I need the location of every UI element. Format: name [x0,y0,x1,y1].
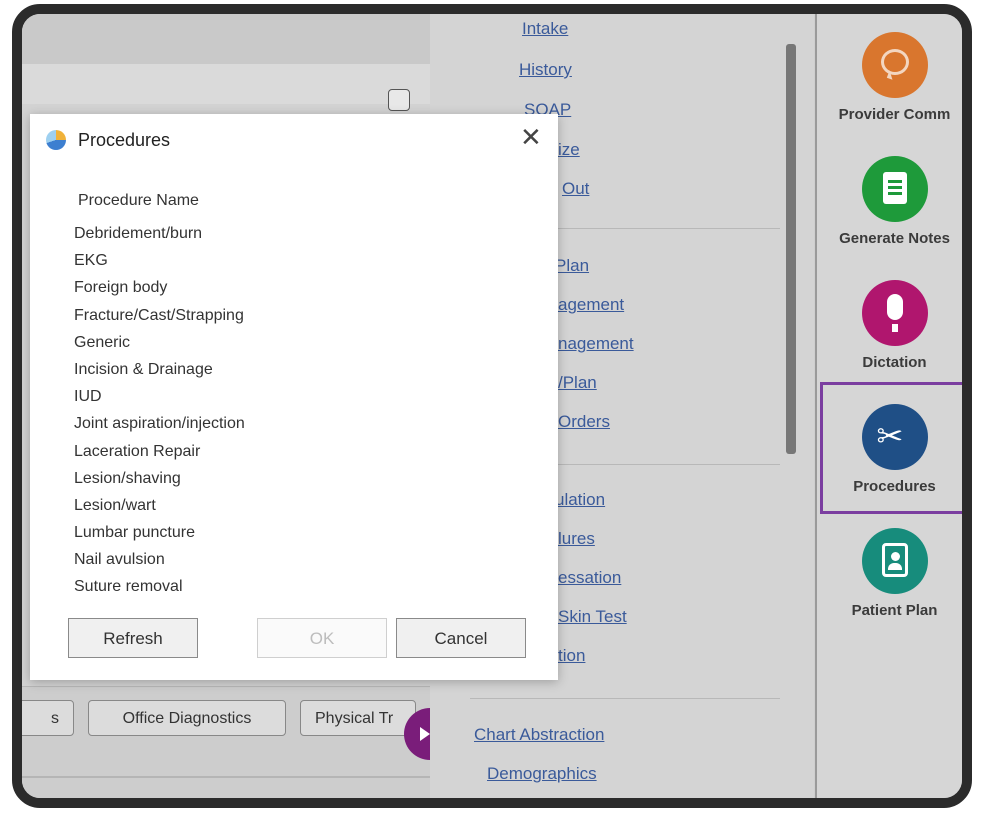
procedure-item[interactable]: Foreign body [74,274,245,301]
divider [22,776,430,778]
link-history[interactable]: History [519,60,572,80]
link-orders[interactable]: Orders [558,412,610,432]
procedure-item[interactable]: Generic [74,329,245,356]
procedure-item[interactable]: Laceration Repair [74,438,245,465]
link-plan[interactable]: Plan [555,256,589,276]
scissors-icon: ✂ [861,404,928,470]
background-header [22,14,430,65]
chat-bubble-icon [861,32,928,98]
link-agement[interactable]: agement [558,295,624,315]
procedure-item[interactable]: EKG [74,247,245,274]
procedures-dialog: Procedures ✕ Procedure Name Debridement/… [30,114,558,680]
patient-plan-label: Patient Plan [851,602,938,619]
cancel-button[interactable]: Cancel [396,618,526,658]
bottom-tab-prev[interactable]: s [22,700,74,736]
link-demographics[interactable]: Demographics [487,764,597,784]
bottom-tab-physical[interactable]: Physical Tr [300,700,416,736]
procedure-item[interactable]: Incision & Drainage [74,356,245,383]
app-logo-icon [46,130,66,150]
close-icon[interactable]: ✕ [520,122,542,152]
scrollbar[interactable] [786,44,796,454]
id-badge-icon [861,528,928,594]
link-skin-test[interactable]: Skin Test [558,607,627,627]
procedure-item[interactable]: Fracture/Cast/Strapping [74,302,245,329]
procedure-item[interactable]: Nail avulsion [74,546,245,573]
dictation-button[interactable]: Dictation [817,280,962,371]
dictation-label: Dictation [862,354,927,371]
provider-comm-label: Provider Comm [838,106,951,123]
procedure-item[interactable]: Lumbar puncture [74,519,245,546]
background-toolbar [22,64,430,104]
link-tion[interactable]: tion [558,646,585,666]
link-intake[interactable]: Intake [522,19,568,39]
procedure-item[interactable]: Lesion/shaving [74,465,245,492]
link-ulation[interactable]: ulation [555,490,605,510]
procedures-button[interactable]: ✂ Procedures [817,404,962,495]
divider [470,698,780,699]
dialog-title-bar: Procedures [46,126,170,154]
refresh-button[interactable]: Refresh [68,618,198,658]
bottom-tab-office-diagnostics[interactable]: Office Diagnostics [88,700,286,736]
dialog-title: Procedures [78,129,171,150]
ok-button[interactable]: OK [257,618,387,658]
notepad-icon [861,156,928,222]
link-ize[interactable]: ize [558,140,580,160]
procedures-label: Procedures [853,478,936,495]
microphone-icon [861,280,928,346]
patient-plan-button[interactable]: Patient Plan [817,528,962,619]
procedure-item[interactable]: Joint aspiration/injection [74,410,245,437]
procedure-item[interactable]: Debridement/burn [74,220,245,247]
link-essation[interactable]: essation [558,568,621,588]
link-chart-abstraction[interactable]: Chart Abstraction [474,725,604,745]
link-lures[interactable]: lures [558,529,595,549]
generate-notes-label: Generate Notes [839,230,950,247]
procedure-item[interactable]: IUD [74,383,245,410]
provider-comm-button[interactable]: Provider Comm [817,32,962,123]
link-out[interactable]: Out [562,179,589,199]
background-checkbox[interactable] [388,89,410,111]
procedure-name-header: Procedure Name [78,192,199,209]
procedure-item[interactable]: Suture removal [74,573,245,600]
generate-notes-button[interactable]: Generate Notes [817,156,962,247]
procedure-item[interactable]: Lesion/wart [74,492,245,519]
procedure-list: Debridement/burn EKG Foreign body Fractu… [74,220,245,601]
link-slash-plan[interactable]: /Plan [558,373,597,393]
link-nagement[interactable]: nagement [558,334,634,354]
